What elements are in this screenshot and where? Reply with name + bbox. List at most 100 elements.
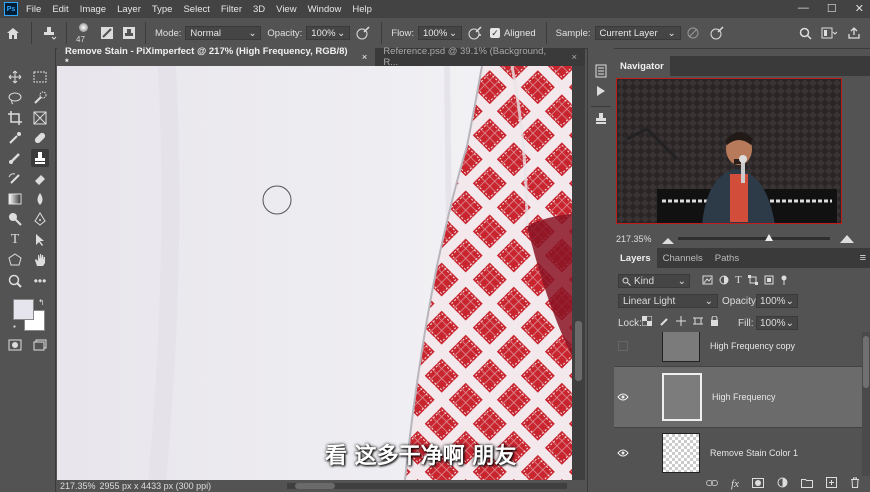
new-group-icon[interactable] bbox=[801, 478, 813, 491]
filter-smart-object-icon[interactable] bbox=[764, 275, 774, 288]
shape-tool-icon[interactable] bbox=[6, 251, 24, 269]
brush-settings-icon[interactable] bbox=[96, 26, 118, 40]
type-tool-icon[interactable]: T bbox=[6, 231, 24, 249]
clone-stamp-preset-icon[interactable] bbox=[37, 26, 61, 40]
document-canvas[interactable]: 看 这多干净啊 朋友 bbox=[57, 66, 572, 480]
add-mask-icon[interactable] bbox=[752, 477, 764, 491]
aligned-toggle[interactable]: ✓ Aligned bbox=[489, 28, 536, 39]
menu-file[interactable]: File bbox=[26, 4, 41, 15]
scrollbar-thumb[interactable] bbox=[575, 321, 582, 381]
lock-all-icon[interactable] bbox=[710, 315, 719, 329]
history-brush-tool-icon[interactable] bbox=[6, 170, 24, 188]
more-tools-icon[interactable]: ••• bbox=[31, 272, 49, 290]
layers-scrollbar[interactable] bbox=[862, 332, 870, 476]
layer-name[interactable]: High Frequency bbox=[712, 392, 776, 402]
default-colors-icon[interactable]: ▪ bbox=[13, 322, 16, 331]
share-icon[interactable] bbox=[842, 27, 866, 39]
ignore-adjustment-layers-icon[interactable] bbox=[681, 26, 705, 40]
filter-type-icon[interactable]: T bbox=[735, 275, 742, 288]
new-layer-icon[interactable] bbox=[826, 477, 837, 491]
airbrush-icon[interactable] bbox=[462, 25, 488, 41]
layer-style-icon[interactable]: fx bbox=[731, 478, 739, 490]
mode-select[interactable]: Normal ⌄ bbox=[185, 26, 262, 40]
menu-type[interactable]: Type bbox=[152, 4, 173, 15]
layer-row[interactable]: Remove Stain Color 1 bbox=[614, 427, 862, 476]
blur-tool-icon[interactable] bbox=[31, 190, 49, 208]
horizontal-scrollbar[interactable] bbox=[287, 483, 567, 489]
tab-channels[interactable]: Channels bbox=[657, 248, 709, 268]
filter-adjustment-icon[interactable] bbox=[719, 275, 729, 288]
layer-row-selected[interactable]: High Frequency bbox=[614, 366, 862, 427]
tab-layers[interactable]: Layers bbox=[614, 248, 657, 268]
opacity-field[interactable]: 100% ⌄ bbox=[306, 26, 351, 40]
tab-paths[interactable]: Paths bbox=[709, 248, 745, 268]
hand-tool-icon[interactable] bbox=[31, 251, 49, 269]
eye-icon[interactable] bbox=[614, 393, 632, 401]
layer-row[interactable]: High Frequency copy bbox=[614, 332, 862, 363]
minimize-button[interactable]: — bbox=[798, 2, 809, 15]
vertical-scrollbar[interactable] bbox=[572, 66, 585, 480]
link-layers-icon[interactable] bbox=[706, 479, 719, 490]
menu-filter[interactable]: Filter bbox=[221, 4, 242, 15]
panel-menu-icon[interactable]: ≡ bbox=[860, 252, 866, 264]
crop-tool-icon[interactable] bbox=[6, 109, 24, 127]
eyedropper-tool-icon[interactable] bbox=[6, 129, 24, 147]
lock-transparent-icon[interactable] bbox=[641, 315, 653, 329]
gradient-tool-icon[interactable] bbox=[6, 190, 24, 208]
zoom-in-icon[interactable] bbox=[840, 234, 854, 246]
layer-name[interactable]: High Frequency copy bbox=[710, 341, 795, 351]
clone-source-icon[interactable] bbox=[118, 26, 140, 40]
clone-source-panel-icon[interactable] bbox=[592, 110, 610, 128]
healing-brush-tool-icon[interactable] bbox=[31, 129, 49, 147]
lock-artboard-icon[interactable] bbox=[693, 316, 703, 329]
pressure-opacity-icon[interactable] bbox=[350, 25, 376, 41]
layer-filter-select[interactable]: Kind ⌄ bbox=[618, 274, 690, 288]
zoom-slider-thumb[interactable] bbox=[765, 234, 774, 241]
quick-mask-icon[interactable] bbox=[6, 336, 24, 354]
close-tab-icon[interactable]: × bbox=[571, 52, 577, 63]
navigator-tab[interactable]: Navigator bbox=[614, 56, 670, 76]
frame-tool-icon[interactable] bbox=[31, 109, 49, 127]
delete-layer-icon[interactable] bbox=[850, 477, 860, 491]
layer-name[interactable]: Remove Stain Color 1 bbox=[710, 448, 798, 458]
menu-select[interactable]: Select bbox=[183, 4, 209, 15]
dodge-tool-icon[interactable] bbox=[6, 210, 24, 228]
swap-colors-icon[interactable]: ↰ bbox=[38, 298, 45, 307]
brush-tool-icon[interactable] bbox=[6, 149, 24, 167]
foreground-color-swatch[interactable] bbox=[13, 299, 34, 320]
pressure-size-icon[interactable] bbox=[705, 25, 729, 41]
blend-mode-select[interactable]: Linear Light ⌄ bbox=[618, 294, 718, 308]
home-icon[interactable] bbox=[0, 27, 26, 40]
adjustment-layer-icon[interactable] bbox=[777, 477, 788, 491]
workspace-icon[interactable] bbox=[816, 27, 842, 39]
play-actions-icon[interactable] bbox=[592, 82, 610, 100]
menu-window[interactable]: Window bbox=[308, 4, 342, 15]
visibility-off-icon[interactable] bbox=[614, 341, 632, 351]
zoom-out-icon[interactable] bbox=[662, 236, 674, 244]
menu-layer[interactable]: Layer bbox=[117, 4, 141, 15]
fill-field[interactable]: 100% ⌄ bbox=[756, 316, 798, 330]
menu-3d[interactable]: 3D bbox=[253, 4, 265, 15]
flow-field[interactable]: 100% ⌄ bbox=[417, 26, 462, 40]
move-tool-icon[interactable] bbox=[6, 68, 24, 86]
marquee-tool-icon[interactable] bbox=[31, 68, 49, 86]
eraser-tool-icon[interactable] bbox=[31, 170, 49, 188]
menu-edit[interactable]: Edit bbox=[52, 4, 68, 15]
history-panel-icon[interactable] bbox=[592, 62, 610, 80]
lock-position-icon[interactable] bbox=[676, 316, 686, 329]
status-zoom[interactable]: 217.35% bbox=[60, 481, 96, 491]
filter-shape-icon[interactable] bbox=[747, 275, 758, 288]
navigator-preview[interactable] bbox=[616, 78, 842, 224]
scrollbar-thumb[interactable] bbox=[863, 336, 869, 388]
close-button[interactable]: ✕ bbox=[855, 2, 864, 15]
path-selection-tool-icon[interactable] bbox=[31, 231, 49, 249]
lock-image-icon[interactable] bbox=[659, 316, 669, 329]
filter-toggle-icon[interactable] bbox=[780, 275, 788, 288]
navigator-zoom-value[interactable]: 217.35% bbox=[616, 234, 652, 244]
menu-help[interactable]: Help bbox=[352, 4, 372, 15]
lasso-tool-icon[interactable] bbox=[6, 89, 24, 107]
brush-size-picker[interactable]: 47 bbox=[72, 19, 96, 47]
menu-image[interactable]: Image bbox=[80, 4, 106, 15]
menu-view[interactable]: View bbox=[276, 4, 296, 15]
sample-select[interactable]: Current Layer ⌄ bbox=[594, 26, 681, 40]
